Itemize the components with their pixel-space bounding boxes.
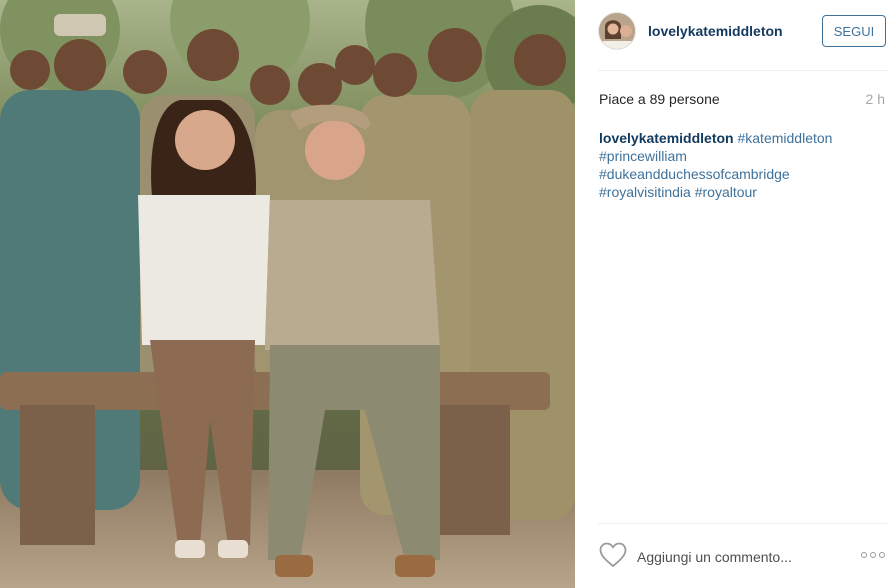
more-options-icon[interactable]: [861, 551, 885, 559]
post-caption: lovelykatemiddleton #katemiddleton #prin…: [599, 129, 879, 201]
dot-icon: [870, 552, 876, 558]
comment-input[interactable]: [637, 546, 837, 568]
header-divider: [598, 70, 887, 71]
hashtag-link[interactable]: #katemiddleton: [737, 130, 832, 146]
heart-icon[interactable]: [599, 542, 627, 568]
likes-count[interactable]: Piace a 89 persone: [599, 91, 720, 107]
post-header: lovelykatemiddleton SEGUI: [575, 0, 887, 64]
photo-illustration: [0, 0, 575, 588]
hashtag-link[interactable]: #royaltour: [695, 184, 757, 200]
dot-icon: [879, 552, 885, 558]
post-timestamp[interactable]: 2 h: [866, 91, 885, 107]
avatar-image: [599, 13, 635, 49]
comment-bar: [575, 536, 887, 580]
hashtag-link[interactable]: #royalvisitindia: [599, 184, 691, 200]
instagram-post: lovelykatemiddleton SEGUI Piace a 89 per…: [0, 0, 887, 588]
post-username[interactable]: lovelykatemiddleton: [648, 23, 783, 39]
post-photo[interactable]: [0, 0, 575, 588]
follow-button[interactable]: SEGUI: [822, 15, 886, 47]
avatar[interactable]: [598, 12, 636, 50]
dot-icon: [861, 552, 867, 558]
comment-divider: [598, 523, 887, 524]
hashtag-link[interactable]: #dukeandduchessofcambridge: [599, 166, 790, 182]
post-sidebar: lovelykatemiddleton SEGUI Piace a 89 per…: [575, 0, 887, 588]
hashtag-link[interactable]: #princewilliam: [599, 148, 687, 164]
caption-username[interactable]: lovelykatemiddleton: [599, 130, 734, 146]
